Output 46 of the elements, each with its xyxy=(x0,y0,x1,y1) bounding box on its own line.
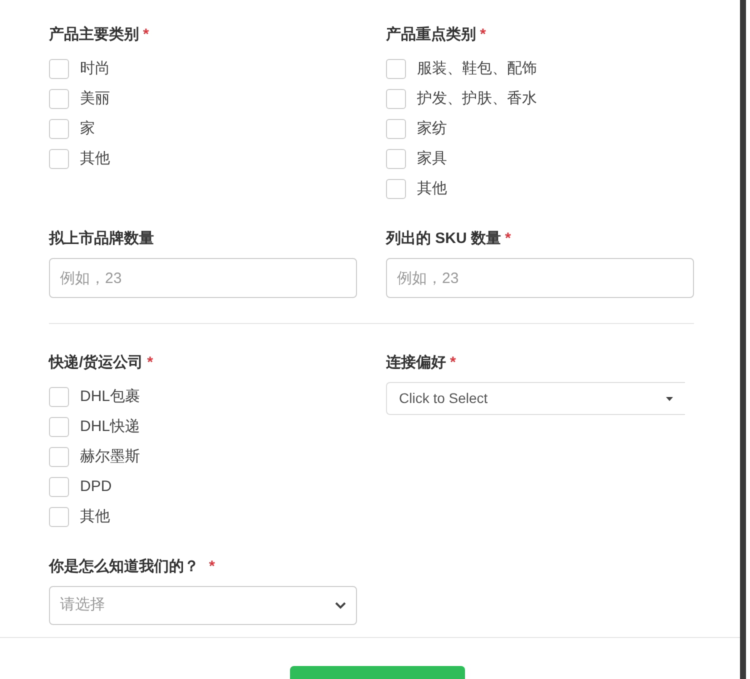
checkbox[interactable] xyxy=(49,59,69,79)
option-label: 服装、鞋包、配饰 xyxy=(417,58,537,79)
option-label: 家 xyxy=(80,118,95,139)
option-label: 家具 xyxy=(417,148,447,169)
checkbox[interactable] xyxy=(386,119,406,139)
field-label: 产品主要类别 xyxy=(49,25,139,45)
required-mark: * xyxy=(147,353,154,373)
required-mark: * xyxy=(505,229,511,249)
checkbox[interactable] xyxy=(49,387,69,407)
option-label: DHL包裹 xyxy=(80,386,140,407)
field-label: 快递/货运公司 xyxy=(49,353,144,373)
option-label: 其他 xyxy=(417,178,447,199)
option-label: DPD xyxy=(80,476,112,497)
field-label: 产品重点类别 xyxy=(386,25,476,45)
field-label: 拟上市品牌数量 xyxy=(49,229,154,249)
option-label: 美丽 xyxy=(80,88,110,109)
checkbox[interactable] xyxy=(49,507,69,527)
checkbox[interactable] xyxy=(49,119,69,139)
caret-icon xyxy=(666,396,673,400)
option-label: 其他 xyxy=(80,148,110,169)
option-label: 其他 xyxy=(80,506,110,527)
required-mark: * xyxy=(450,353,456,373)
field-label: 你是怎么知道我们的？ xyxy=(49,557,199,577)
option-label: DHL快递 xyxy=(80,416,140,437)
checkbox[interactable] xyxy=(386,179,406,199)
chevron-down-icon xyxy=(335,602,346,609)
dropdown[interactable]: Click to Select xyxy=(386,382,685,415)
number-field[interactable]: 例如，23 xyxy=(49,258,357,298)
checkbox[interactable] xyxy=(49,417,69,437)
required-mark: * xyxy=(209,557,215,577)
checkbox[interactable] xyxy=(49,149,69,169)
required-mark: * xyxy=(480,25,486,45)
checkbox[interactable] xyxy=(49,89,69,109)
required-mark: * xyxy=(143,25,149,45)
option-label: 家纺 xyxy=(417,118,447,139)
checkbox[interactable] xyxy=(386,149,406,169)
field-label: 列出的 SKU 数量 xyxy=(386,229,502,249)
checkbox[interactable] xyxy=(386,89,406,109)
checkbox[interactable] xyxy=(386,59,406,79)
option-label: 护发、护肤、香水 xyxy=(417,88,537,109)
checkbox[interactable] xyxy=(49,477,69,497)
number-field[interactable]: 例如，23 xyxy=(386,258,694,298)
option-label: 赫尔墨斯 xyxy=(80,446,140,467)
checkbox[interactable] xyxy=(49,447,69,467)
field-label: 连接偏好 xyxy=(386,353,446,373)
option-label: 时尚 xyxy=(80,58,110,79)
